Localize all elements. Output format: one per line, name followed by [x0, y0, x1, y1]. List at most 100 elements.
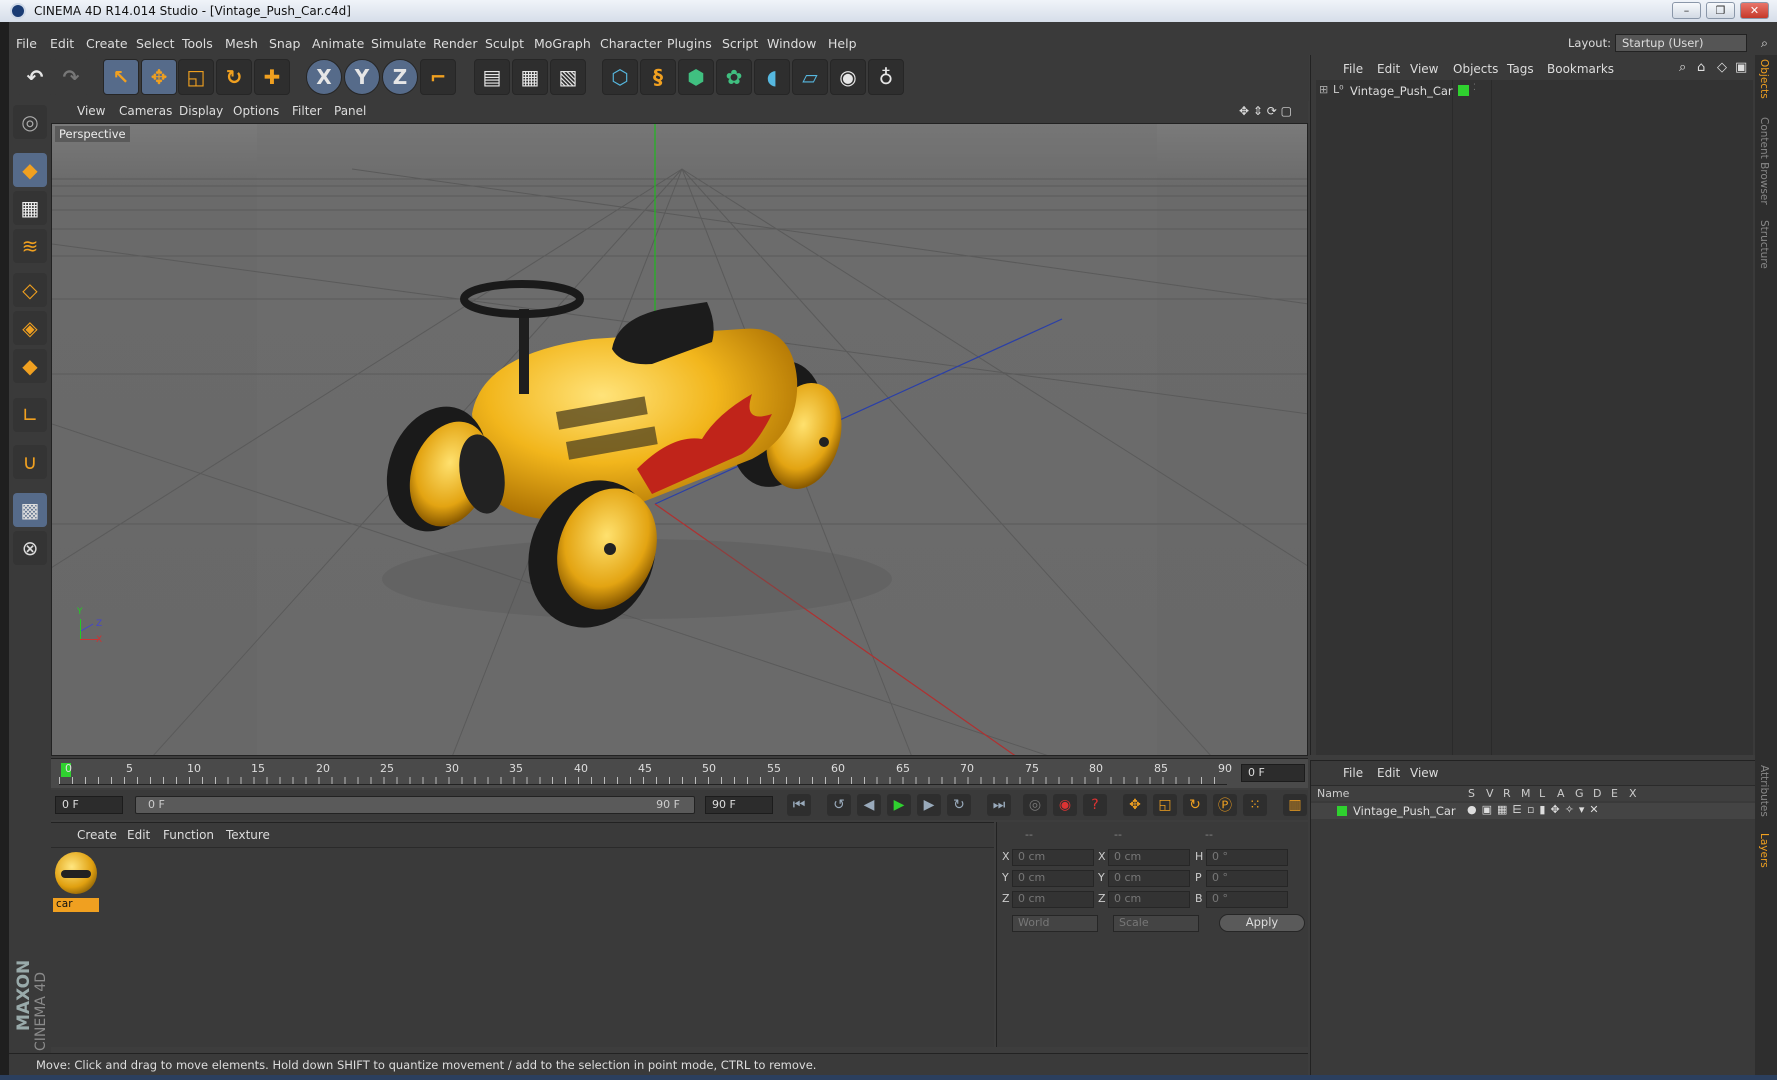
- menu-mesh[interactable]: Mesh: [225, 36, 258, 51]
- visibility-dots-icon[interactable]: ⁚: [1473, 83, 1476, 93]
- keyframe-selection-icon[interactable]: ?: [1083, 794, 1107, 816]
- tab-content-browser[interactable]: Content Browser: [1758, 117, 1770, 205]
- vp-menu-options[interactable]: Options: [233, 104, 279, 118]
- search-icon[interactable]: ⌕: [1761, 35, 1768, 51]
- start-frame-field[interactable]: 0 F: [55, 796, 123, 814]
- perspective-viewport[interactable]: Perspective Y X Z: [51, 123, 1308, 756]
- next-frame-icon[interactable]: ▶: [917, 794, 941, 816]
- magnet-icon[interactable]: ∪: [13, 445, 47, 479]
- axis-mode-icon[interactable]: ∟: [13, 398, 47, 432]
- layer-toggle-icons[interactable]: ●▣▦⋿▫▮✥✧▾✕: [1467, 803, 1604, 816]
- restore-button[interactable]: ❐: [1706, 2, 1735, 19]
- home-icon[interactable]: ⌂: [1697, 60, 1705, 75]
- coordinate-space-dropdown[interactable]: World: [1012, 915, 1098, 932]
- deformer-icon[interactable]: ◖: [754, 59, 790, 95]
- z-axis-icon[interactable]: Z: [382, 59, 418, 95]
- key-parameter-icon[interactable]: Ⓟ: [1213, 794, 1237, 816]
- tab-attributes[interactable]: Attributes: [1758, 765, 1770, 817]
- points-mode-icon[interactable]: ◇: [13, 273, 47, 307]
- menu-edit[interactable]: Edit: [50, 36, 74, 51]
- key-pla-icon[interactable]: ⁙: [1243, 794, 1267, 816]
- obj-menu-edit[interactable]: Edit: [1377, 62, 1400, 76]
- menu-plugins[interactable]: Plugins: [667, 36, 712, 51]
- material-swatch-car[interactable]: car: [53, 850, 99, 913]
- create-icon[interactable]: ✚: [254, 59, 290, 95]
- layer-color-swatch[interactable]: [1337, 806, 1347, 816]
- layer-color-tag[interactable]: [1458, 85, 1469, 96]
- layer-menu-edit[interactable]: Edit: [1377, 766, 1400, 780]
- live-selection-icon[interactable]: ↖: [103, 59, 139, 95]
- move-icon[interactable]: ✥: [141, 59, 177, 95]
- obj-menu-bookmarks[interactable]: Bookmarks: [1547, 62, 1614, 76]
- previous-key-icon[interactable]: ↺: [827, 794, 851, 816]
- lock-workplane-icon[interactable]: ⊗: [13, 531, 47, 565]
- mat-menu-texture[interactable]: Texture: [226, 828, 270, 842]
- render-view-icon[interactable]: ▤: [474, 59, 510, 95]
- redo-icon[interactable]: ↷: [53, 59, 89, 95]
- menu-script[interactable]: Script: [722, 36, 758, 51]
- viewport-navigation-icons[interactable]: ✥ ⇕ ⟳ ▢: [1239, 104, 1292, 118]
- obj-menu-view[interactable]: View: [1410, 62, 1438, 76]
- rotate-icon[interactable]: ↻: [216, 59, 252, 95]
- nurbs-icon[interactable]: ⬢: [678, 59, 714, 95]
- rot-b-field[interactable]: 0 °: [1206, 891, 1288, 908]
- cube-icon[interactable]: ⬡: [602, 59, 638, 95]
- vp-menu-cameras[interactable]: Cameras: [119, 104, 172, 118]
- key-rotation-icon[interactable]: ↻: [1183, 794, 1207, 816]
- texture-mode-icon[interactable]: ▦: [13, 191, 47, 225]
- next-key-icon[interactable]: ↻: [947, 794, 971, 816]
- tab-layers[interactable]: Layers: [1758, 833, 1770, 868]
- size-y-field[interactable]: 0 cm: [1108, 870, 1190, 887]
- play-icon[interactable]: ▶: [887, 794, 911, 816]
- mat-menu-create[interactable]: Create: [77, 828, 117, 842]
- menu-simulate[interactable]: Simulate: [371, 36, 426, 51]
- layout-dropdown[interactable]: Startup (User): [1615, 34, 1747, 52]
- tab-structure[interactable]: Structure: [1758, 220, 1770, 269]
- goto-start-icon[interactable]: ⏮: [787, 794, 811, 816]
- menu-mograph[interactable]: MoGraph: [534, 36, 591, 51]
- scale-icon[interactable]: ◱: [178, 59, 214, 95]
- object-row-vintage-push-car[interactable]: ⊞ L⁰ Vintage_Push_Car ⁚: [1316, 82, 1753, 100]
- vp-menu-filter[interactable]: Filter: [292, 104, 322, 118]
- record-position-icon[interactable]: ◎: [1023, 794, 1047, 816]
- layers-toggle-icon[interactable]: ◇: [1717, 60, 1727, 75]
- mat-menu-function[interactable]: Function: [163, 828, 214, 842]
- vp-menu-display[interactable]: Display: [179, 104, 223, 118]
- size-x-field[interactable]: 0 cm: [1108, 849, 1190, 866]
- snap-icon[interactable]: ▩: [13, 493, 47, 527]
- edges-mode-icon[interactable]: ◈: [13, 311, 47, 345]
- layer-menu-file[interactable]: File: [1343, 766, 1363, 780]
- menu-select[interactable]: Select: [136, 36, 175, 51]
- new-window-icon[interactable]: ▣: [1735, 60, 1747, 75]
- goto-end-icon[interactable]: ⏭: [987, 794, 1011, 816]
- vp-menu-view[interactable]: View: [77, 104, 105, 118]
- menu-window[interactable]: Window: [767, 36, 816, 51]
- pos-y-field[interactable]: 0 cm: [1012, 870, 1094, 887]
- layer-row-vintage-push-car[interactable]: Vintage_Push_Car ●▣▦⋿▫▮✥✧▾✕: [1311, 803, 1756, 819]
- pos-z-field[interactable]: 0 cm: [1012, 891, 1094, 908]
- make-editable-icon[interactable]: ◎: [13, 105, 47, 139]
- floor-icon[interactable]: ▱: [792, 59, 828, 95]
- obj-menu-objects[interactable]: Objects: [1453, 62, 1498, 76]
- key-position-icon[interactable]: ✥: [1123, 794, 1147, 816]
- tab-objects[interactable]: Objects: [1758, 59, 1770, 99]
- minimize-button[interactable]: –: [1672, 2, 1701, 19]
- layer-menu-view[interactable]: View: [1410, 766, 1438, 780]
- y-axis-icon[interactable]: Y: [344, 59, 380, 95]
- timeline-window-icon[interactable]: ▥: [1283, 794, 1307, 816]
- key-scale-icon[interactable]: ◱: [1153, 794, 1177, 816]
- menu-file[interactable]: File: [16, 36, 37, 51]
- apply-button[interactable]: Apply: [1219, 914, 1305, 932]
- menu-create[interactable]: Create: [86, 36, 128, 51]
- coordinate-mode-dropdown[interactable]: Scale: [1113, 915, 1199, 932]
- vp-menu-panel[interactable]: Panel: [334, 104, 366, 118]
- end-frame-field[interactable]: 90 F: [705, 796, 773, 814]
- spline-icon[interactable]: §: [640, 59, 676, 95]
- menu-render[interactable]: Render: [433, 36, 478, 51]
- pos-x-field[interactable]: 0 cm: [1012, 849, 1094, 866]
- camera-icon[interactable]: ◉: [830, 59, 866, 95]
- workplane-icon[interactable]: ≋: [13, 229, 47, 263]
- expand-icon[interactable]: ⊞: [1319, 83, 1328, 96]
- world-coordinate-icon[interactable]: ⌐: [420, 59, 456, 95]
- rot-p-field[interactable]: 0 °: [1206, 870, 1288, 887]
